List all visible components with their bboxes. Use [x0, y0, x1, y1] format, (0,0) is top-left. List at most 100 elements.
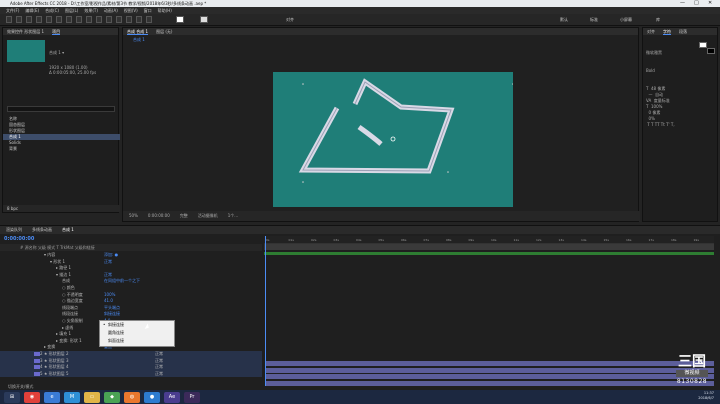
track-bar-layer-3[interactable] [266, 367, 714, 373]
timecode-display[interactable]: 0:00:00:00 [4, 236, 34, 242]
selection-tool-icon[interactable] [16, 16, 22, 23]
menu-help[interactable]: 帮助(H) [158, 7, 172, 14]
weibo-icon[interactable]: ◉ [24, 391, 40, 403]
curve-shape[interactable] [357, 124, 383, 146]
stroke-color-swatch[interactable] [707, 48, 715, 54]
firefox-icon[interactable]: ◍ [124, 391, 140, 403]
pen-tool-icon[interactable] [86, 16, 92, 23]
layer-row[interactable]: 5 ★ 形状图层 5 正常 [0, 370, 262, 378]
project-item[interactable]: 背景 [3, 146, 120, 152]
comp-breadcrumb[interactable]: 合成 1 [133, 37, 145, 43]
clone-tool-icon[interactable] [116, 16, 122, 23]
property-row[interactable]: ○ 不透明度 100% [0, 292, 262, 299]
rotate-tool-icon[interactable] [46, 16, 52, 23]
blend-mode-dropdown[interactable]: 正常 [155, 351, 163, 358]
close-button[interactable]: ✕ [708, 0, 712, 7]
system-clock[interactable]: 11:37 2018/6/7 [698, 391, 714, 401]
property-row[interactable]: ▾ 内容 添加: ● [0, 252, 262, 259]
maps-icon[interactable]: ◆ [104, 391, 120, 403]
tab-layer[interactable]: 图层 (无) [156, 28, 172, 35]
home-tool-icon[interactable] [6, 16, 12, 23]
row-value[interactable]: 在同组中前一个之下 [104, 278, 140, 285]
puppet-tool-icon[interactable] [146, 16, 152, 23]
anchor-point-icon[interactable] [390, 136, 396, 142]
workspace-library[interactable]: 库 [656, 17, 660, 23]
font-family-dropdown[interactable]: 微软雅黑 [646, 50, 675, 56]
workspace-default[interactable]: 默认 [560, 17, 568, 23]
project-search-input[interactable] [7, 106, 115, 112]
row-value[interactable]: 正常 [104, 259, 112, 266]
property-row[interactable]: ▾ 形状 1 正常 [0, 259, 262, 266]
property-row[interactable]: 合成 在同组中前一个之下 [0, 278, 262, 285]
workspace-standard[interactable]: 标准 [590, 17, 598, 23]
camera-tool-icon[interactable] [56, 16, 62, 23]
tab-character[interactable]: 字符 [663, 28, 671, 35]
property-row[interactable]: 线段连接 斜接连接 [0, 311, 262, 318]
polyline-shape[interactable] [298, 78, 455, 174]
menu-file[interactable]: 文件(F) [6, 7, 19, 14]
option-miter-join[interactable]: • 斜接连接 [100, 321, 174, 329]
viewer-time[interactable]: 0:00:00:00 [148, 211, 170, 221]
hand-tool-icon[interactable] [26, 16, 32, 23]
composition-canvas[interactable] [273, 72, 514, 207]
views-dropdown[interactable]: 1个... [228, 211, 238, 221]
camera-dropdown[interactable]: 活动摄像机 [198, 211, 218, 221]
zoom-tool-icon[interactable] [36, 16, 42, 23]
menu-composition[interactable]: 合成(C) [45, 7, 59, 14]
menu-view[interactable]: 视图(V) [124, 7, 138, 14]
resolution-dropdown[interactable]: 完整 [180, 211, 188, 221]
rectangle-tool-icon[interactable] [76, 16, 82, 23]
track-bar-layer-4[interactable] [266, 374, 714, 380]
time-ruler[interactable]: 0s 01s 02s 03s 04s 05s 06s 07s 08s 09s 10s 11s 12s 13… [264, 236, 714, 244]
workspace-small[interactable]: 小屏幕 [620, 17, 632, 23]
track-bar-layer-2[interactable] [266, 361, 714, 366]
app-icon[interactable]: ● [144, 391, 160, 403]
menu-animation[interactable]: 动画(A) [104, 7, 118, 14]
blend-mode-dropdown[interactable]: 正常 [155, 371, 163, 378]
start-icon[interactable]: ⊞ [4, 391, 20, 403]
comp-name[interactable]: 合成 1 ▾ [49, 50, 96, 55]
menu-layer[interactable]: 图层(L) [65, 7, 78, 14]
premiere-icon[interactable]: Pr [184, 391, 200, 403]
tab-paragraph[interactable]: 段落 [679, 28, 687, 35]
mail-icon[interactable]: M [64, 391, 80, 403]
tab-project[interactable]: 项目 [52, 28, 61, 35]
tab-effect-controls[interactable]: 效果控件 形状图层 1 [7, 28, 44, 35]
option-bevel-join[interactable]: 斜面连接 [100, 337, 174, 345]
zoom-dropdown[interactable]: 50% [129, 211, 138, 221]
row-value[interactable]: 41.0 [104, 298, 113, 305]
tab-comp-1[interactable]: 合成 1 [62, 226, 74, 234]
brush-tool-icon[interactable] [106, 16, 112, 23]
work-area-bar[interactable] [264, 244, 714, 250]
property-row[interactable]: 线段端点 平头端点 [0, 305, 262, 312]
menu-edit[interactable]: 编辑(E) [25, 7, 39, 14]
ae-icon[interactable]: Ae [164, 391, 180, 403]
property-row[interactable]: ○ 描边宽度 41.0 [0, 298, 262, 305]
layer-row[interactable]: 2 ★ 形状图层 2 正常 [0, 350, 262, 358]
layer-duration-bar[interactable] [264, 252, 714, 255]
menu-effect[interactable]: 效果(T) [84, 7, 98, 14]
fill-swatch[interactable] [176, 16, 184, 23]
tab-render-queue[interactable]: 渲染队列 [6, 226, 22, 234]
current-time-indicator[interactable] [265, 236, 266, 386]
tab-composition[interactable]: 合成 合成 1 [127, 28, 149, 35]
snap-label[interactable]: 对齐 [286, 17, 294, 23]
track-bar-layer-5[interactable] [266, 380, 714, 386]
eraser-tool-icon[interactable] [126, 16, 132, 23]
folder-icon[interactable]: ▭ [84, 391, 100, 403]
property-row[interactable]: ○ 颜色 [0, 285, 262, 292]
row-value[interactable]: 斜接连接 [104, 311, 120, 318]
fill-color-swatch[interactable] [699, 42, 707, 48]
bit-depth-label[interactable]: 8 bpc [7, 206, 18, 211]
blend-mode-dropdown[interactable]: 正常 [155, 364, 163, 371]
roto-tool-icon[interactable] [136, 16, 142, 23]
browser-icon[interactable]: e [44, 391, 60, 403]
row-value[interactable]: 100% [104, 292, 115, 299]
tab-align[interactable]: 对齐 [647, 28, 655, 35]
font-style-dropdown[interactable]: Bold [646, 68, 675, 74]
pan-behind-tool-icon[interactable] [66, 16, 72, 23]
type-tool-icon[interactable] [96, 16, 102, 23]
layer-row[interactable]: 4 ★ 形状图层 4 正常 [0, 364, 262, 371]
stroke-swatch[interactable] [200, 16, 208, 23]
option-round-join[interactable]: 圆角连接 [100, 329, 174, 337]
